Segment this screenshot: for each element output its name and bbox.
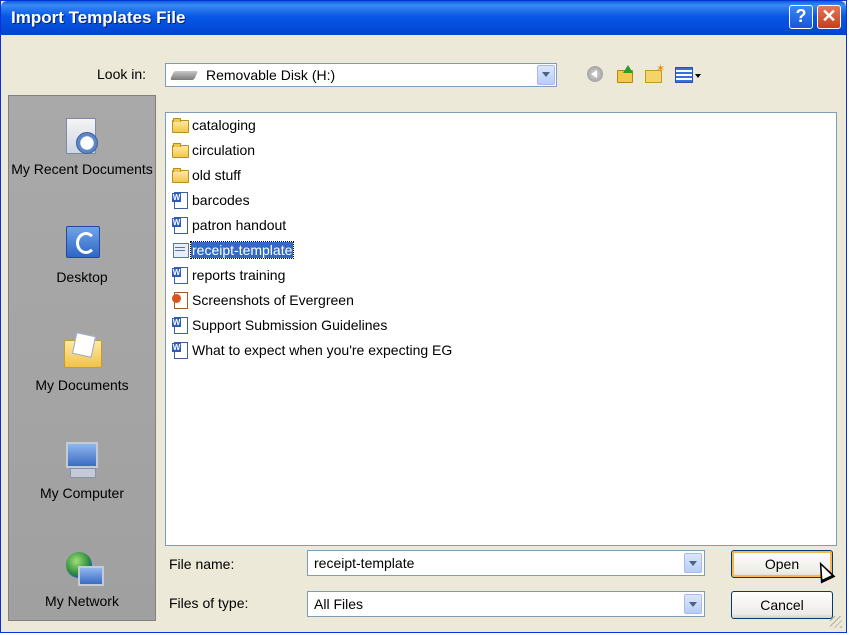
file-name: old stuff (192, 167, 241, 183)
place-my-recent-documents[interactable]: My Recent Documents (9, 116, 155, 178)
list-item[interactable]: barcodes (172, 190, 251, 210)
drive-icon (169, 71, 199, 80)
place-my-computer[interactable]: My Computer (9, 440, 155, 502)
look-in-label: Look in: (97, 66, 147, 82)
list-item[interactable]: Screenshots of Evergreen (172, 290, 355, 310)
place-label: My Computer (39, 485, 125, 501)
desktop-icon (62, 224, 102, 264)
list-item-selected[interactable]: receipt-template (172, 240, 295, 260)
place-label: My Recent Documents (11, 161, 153, 177)
folder-icon (172, 117, 189, 133)
list-item[interactable]: old stuff (172, 165, 242, 185)
chevron-down-icon[interactable] (684, 594, 702, 614)
file-name-label: File name: (169, 556, 235, 572)
file-name: patron handout (192, 217, 287, 233)
file-type-label: Files of type: (169, 595, 249, 611)
word-document-icon (172, 342, 188, 359)
my-computer-icon (62, 440, 102, 480)
file-name-field[interactable]: receipt-template (307, 550, 705, 576)
place-my-documents[interactable]: My Documents (9, 332, 155, 394)
place-label: My Documents (35, 377, 129, 393)
place-desktop[interactable]: Desktop (9, 224, 155, 286)
places-bar: My Recent Documents Desktop My Documents… (8, 95, 156, 621)
word-document-icon (172, 267, 188, 284)
file-name: receipt-template (189, 241, 295, 259)
list-item[interactable]: What to expect when you're expecting EG (172, 340, 453, 360)
file-name: reports training (192, 267, 286, 283)
word-document-icon (172, 317, 188, 334)
file-type-dropdown[interactable]: All Files (307, 591, 705, 617)
import-templates-dialog: Import Templates File ? ✕ Look in: Remov… (0, 0, 847, 633)
recent-documents-icon (62, 116, 102, 156)
template-file-icon (172, 242, 189, 258)
file-name: Support Submission Guidelines (192, 317, 388, 333)
chevron-down-icon[interactable] (537, 65, 555, 85)
cancel-button[interactable]: Cancel (731, 591, 833, 619)
up-folder-icon[interactable] (615, 65, 637, 85)
file-name-value: receipt-template (314, 555, 415, 571)
my-network-icon (62, 548, 104, 588)
place-label: My Network (45, 593, 119, 609)
file-list[interactable]: cataloging circulation old stuff barcode… (165, 112, 837, 546)
folder-icon (172, 142, 189, 158)
close-button[interactable]: ✕ (817, 5, 841, 29)
list-item[interactable]: cataloging (172, 115, 257, 135)
file-name: Screenshots of Evergreen (192, 292, 354, 308)
look-in-value: Removable Disk (H:) (206, 67, 336, 83)
list-item[interactable]: circulation (172, 140, 256, 160)
my-documents-icon (62, 332, 102, 372)
file-name: circulation (192, 142, 256, 158)
file-name: What to expect when you're expecting EG (192, 342, 453, 358)
list-item[interactable]: reports training (172, 265, 286, 285)
new-folder-icon[interactable] (643, 62, 665, 85)
back-icon[interactable] (585, 65, 607, 85)
file-name: barcodes (192, 192, 250, 208)
place-my-network[interactable]: My Network (9, 548, 155, 610)
chevron-down-icon[interactable] (684, 553, 702, 573)
resize-grip-icon[interactable] (830, 616, 842, 628)
views-menu-icon[interactable] (673, 65, 705, 85)
folder-icon (172, 167, 189, 183)
file-type-value: All Files (314, 596, 364, 612)
list-item[interactable]: patron handout (172, 215, 287, 235)
file-name: cataloging (192, 117, 256, 133)
powerpoint-icon (172, 292, 188, 309)
place-label: Desktop (56, 269, 108, 285)
title-bar[interactable]: Import Templates File ? ✕ (1, 1, 846, 35)
list-item[interactable]: Support Submission Guidelines (172, 315, 388, 335)
look-in-dropdown[interactable]: Removable Disk (H:) (165, 63, 557, 87)
word-document-icon (172, 192, 188, 209)
dialog-title: Import Templates File (11, 8, 186, 27)
help-button[interactable]: ? (789, 5, 813, 29)
word-document-icon (172, 217, 188, 234)
